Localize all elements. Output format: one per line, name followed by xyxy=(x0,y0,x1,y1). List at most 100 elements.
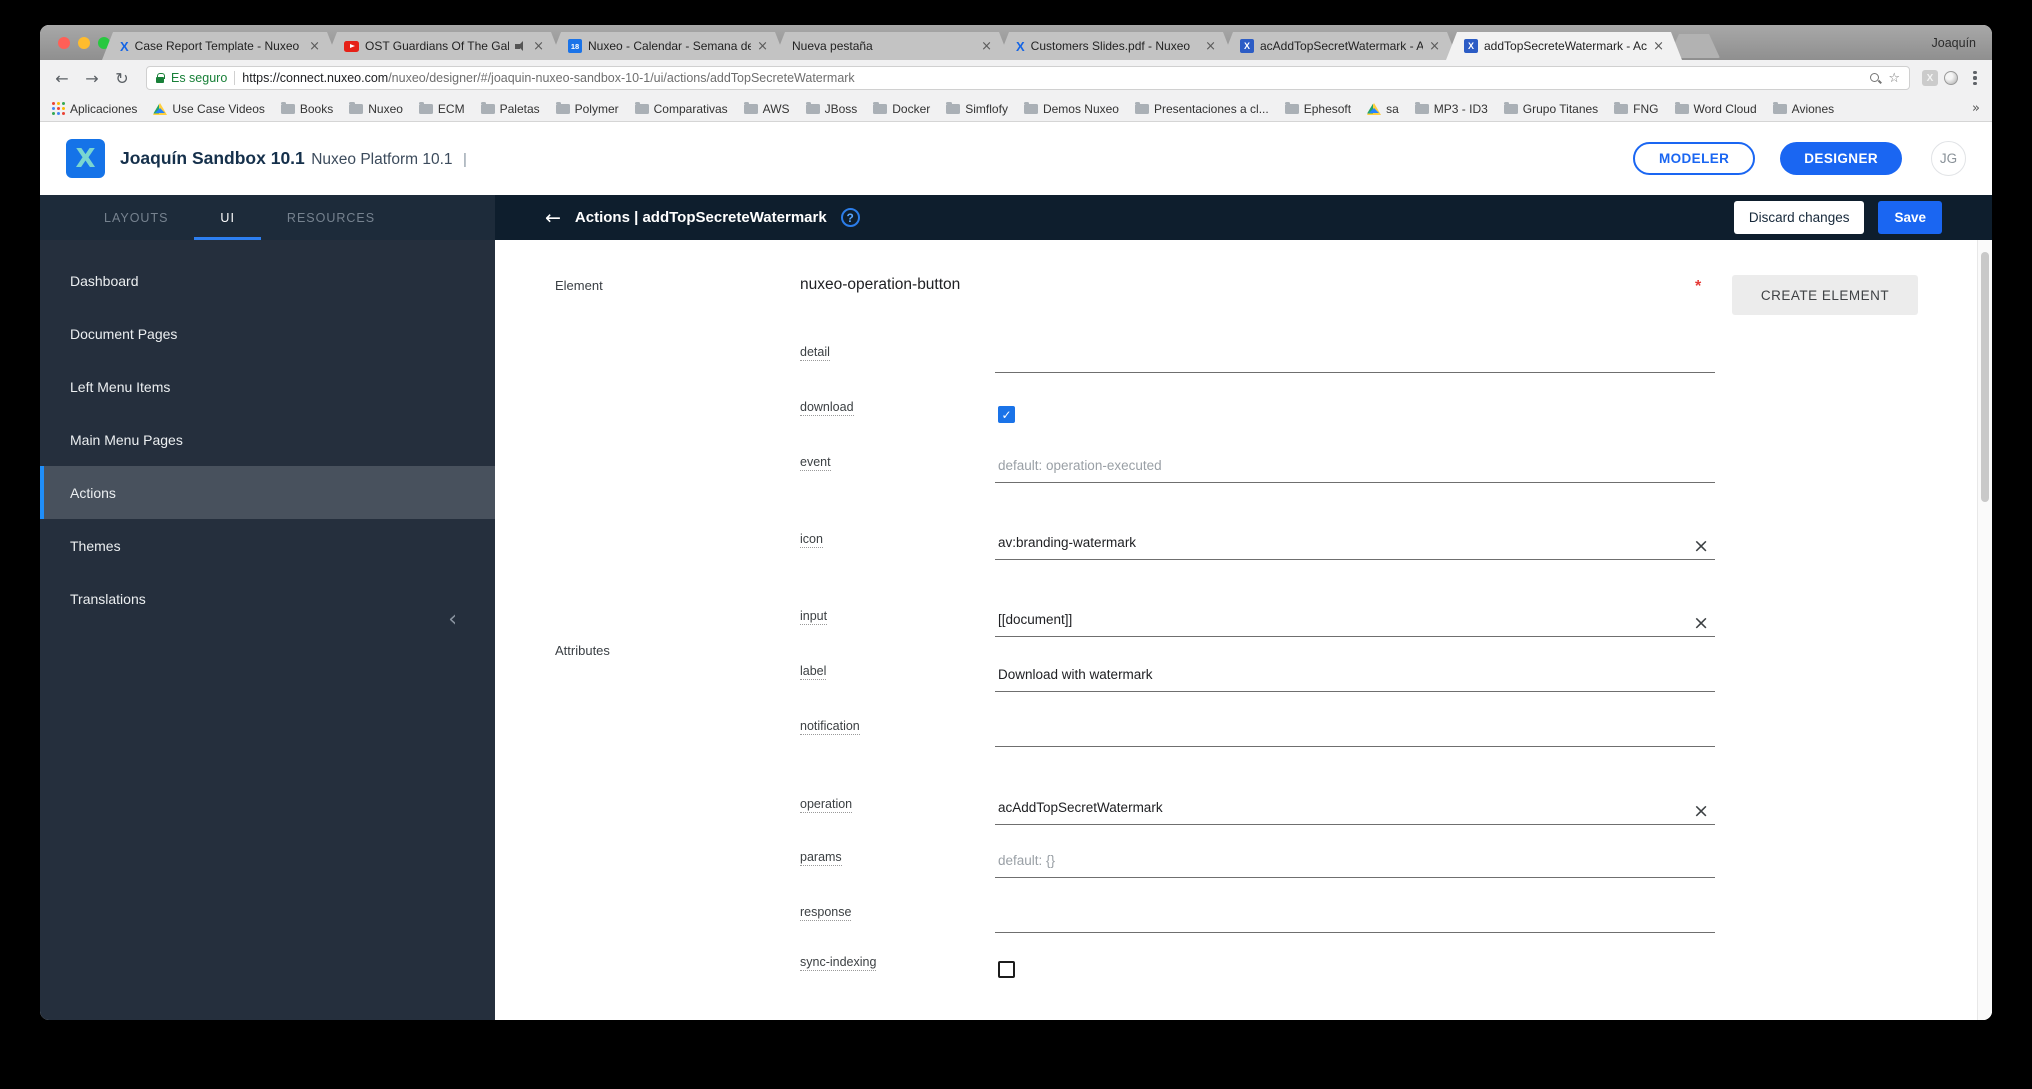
field-row-params: params xyxy=(800,825,1715,878)
bookmark-folder[interactable]: Paletas xyxy=(480,101,540,116)
bookmarks-overflow-icon[interactable]: » xyxy=(1972,101,1980,116)
attributes-block: Attributes detail download ✓ event defau… xyxy=(555,318,1992,983)
bookmark-folder[interactable]: JBoss xyxy=(805,101,857,116)
field-row-detail: detail xyxy=(800,318,1715,373)
browser-tab[interactable]: Nueva pestaña × xyxy=(774,32,1010,60)
minimize-window-button[interactable] xyxy=(78,37,90,49)
browser-tab[interactable]: X Customers Slides.pdf - Nuxeo × xyxy=(998,32,1234,60)
discard-changes-button[interactable]: Discard changes xyxy=(1733,201,1865,234)
sidebar-item-main-menu-pages[interactable]: Main Menu Pages xyxy=(40,413,495,466)
label-input[interactable] xyxy=(998,665,1687,684)
response-input[interactable] xyxy=(998,906,1687,925)
back-arrow-icon[interactable]: ← xyxy=(545,207,561,229)
field-row-download: download xyxy=(800,373,1715,428)
tab-layouts[interactable]: LAYOUTS xyxy=(78,195,194,240)
sidebar-item-themes[interactable]: Themes xyxy=(40,519,495,572)
close-window-button[interactable] xyxy=(58,37,70,49)
browser-tab[interactable]: X Case Report Template - Nuxeo × xyxy=(102,32,338,60)
save-button[interactable]: Save xyxy=(1878,201,1942,234)
bookmark-folder[interactable]: ECM xyxy=(418,102,465,116)
sidebar-item-dashboard[interactable]: Dashboard xyxy=(40,254,495,307)
close-icon[interactable]: × xyxy=(309,40,320,53)
close-icon[interactable]: × xyxy=(1205,40,1216,53)
zoom-icon[interactable] xyxy=(1870,72,1881,84)
bookmark-folder[interactable]: MP3 - ID3 xyxy=(1414,102,1488,116)
sync-indexing-checkbox[interactable] xyxy=(998,961,1015,978)
browser-tab[interactable]: X acAddTopSecretWatermark - A × xyxy=(1222,32,1458,60)
sidebar-item-left-menu-items[interactable]: Left Menu Items xyxy=(40,360,495,413)
operation-input[interactable] xyxy=(998,798,1687,817)
tab-ui[interactable]: UI xyxy=(194,195,261,240)
input-input-wrap: × xyxy=(995,610,1715,637)
detail-input[interactable] xyxy=(998,346,1687,365)
bookmark[interactable]: sa xyxy=(1367,102,1399,116)
notification-input[interactable] xyxy=(998,720,1687,739)
scrollbar[interactable] xyxy=(1977,240,1992,1020)
sidebar-item-translations[interactable]: Translations xyxy=(40,572,495,625)
bookmark-folder[interactable]: FNG xyxy=(1614,102,1659,116)
browser-tab[interactable]: OST Guardians Of The Gala × xyxy=(326,32,562,60)
bookmark-label: Paletas xyxy=(499,101,540,116)
event-input[interactable] xyxy=(998,456,1687,475)
bookmark-folder[interactable]: Polymer xyxy=(555,102,619,116)
chrome-profile-name[interactable]: Joaquín xyxy=(1932,36,1976,50)
help-icon[interactable]: ? xyxy=(840,208,860,227)
back-icon[interactable]: ← xyxy=(50,69,74,88)
bookmark-label: sa xyxy=(1386,101,1399,116)
browser-tab-active[interactable]: X addTopSecreteWatermark - Ac × xyxy=(1446,32,1682,60)
bookmark-folder[interactable]: Demos Nuxeo xyxy=(1023,102,1119,116)
bookmark-folder[interactable]: Nuxeo xyxy=(349,102,403,116)
create-element-button[interactable]: CREATE ELEMENT xyxy=(1732,275,1918,315)
bookmark-folder[interactable]: Presentaciones a cl... xyxy=(1134,101,1269,116)
clear-icon[interactable]: × xyxy=(1693,537,1709,556)
field-row-icon: icon × xyxy=(800,495,1715,560)
chrome-menu-icon[interactable] xyxy=(1968,70,1982,86)
collapse-sidebar-icon[interactable]: ‹ xyxy=(448,607,457,632)
folder-icon xyxy=(805,101,820,114)
bookmark-folder[interactable]: Word Cloud xyxy=(1674,102,1757,116)
scrollbar-thumb[interactable] xyxy=(1981,252,1989,502)
close-icon[interactable]: × xyxy=(1429,40,1440,53)
clear-icon[interactable]: × xyxy=(1693,614,1709,633)
avatar[interactable]: JG xyxy=(1931,141,1966,176)
browser-tab[interactable]: 18 Nuxeo - Calendar - Semana de × xyxy=(550,32,786,60)
close-icon[interactable]: × xyxy=(981,40,992,53)
bookmark-star-icon[interactable]: ☆ xyxy=(1888,72,1900,85)
address-bar[interactable]: Es seguro https://connect.nuxeo.com/nuxe… xyxy=(146,66,1910,90)
sidebar-item-actions[interactable]: Actions xyxy=(40,466,495,519)
sidebar-item-document-pages[interactable]: Document Pages xyxy=(40,307,495,360)
bookmark-folder[interactable]: AWS xyxy=(743,102,790,116)
icon-input[interactable] xyxy=(998,533,1687,552)
bookmark-folder[interactable]: Docker xyxy=(873,102,930,116)
reload-icon[interactable]: ↻ xyxy=(110,69,134,88)
url-text[interactable]: https://connect.nuxeo.com/nuxeo/designer… xyxy=(242,71,1863,85)
input-input[interactable] xyxy=(998,610,1687,629)
bookmark-folder[interactable]: Books xyxy=(280,102,333,116)
extension-circle-icon[interactable] xyxy=(1944,71,1958,85)
download-checkbox[interactable] xyxy=(998,406,1015,423)
nuxeo-logo[interactable]: X xyxy=(66,139,105,178)
bookmark-folder[interactable]: Ephesoft xyxy=(1284,102,1351,116)
forward-icon[interactable]: → xyxy=(80,69,104,88)
params-input[interactable] xyxy=(998,851,1687,870)
tab-resources[interactable]: RESOURCES xyxy=(261,195,401,240)
bookmark-folder[interactable]: Aviones xyxy=(1772,102,1834,116)
designer-button[interactable]: DESIGNER xyxy=(1780,142,1902,175)
bookmark-folder[interactable]: Grupo Titanes xyxy=(1503,102,1598,116)
close-icon[interactable]: × xyxy=(1653,40,1664,53)
bookmark[interactable]: Use Case Videos xyxy=(153,102,265,116)
tab-title: Nueva pestaña xyxy=(792,39,873,53)
bookmark-folder[interactable]: Comparativas xyxy=(634,102,728,116)
tab-strip: X Case Report Template - Nuxeo × OST Gua… xyxy=(40,25,1992,60)
close-icon[interactable]: × xyxy=(757,40,768,53)
element-value: nuxeo-operation-button xyxy=(800,276,961,293)
bookmark-apps[interactable]: Aplicaciones xyxy=(52,102,137,116)
sidebar: Dashboard Document Pages Left Menu Items… xyxy=(40,240,495,1020)
audio-speaker-icon[interactable] xyxy=(515,41,527,51)
close-icon[interactable]: × xyxy=(533,40,544,53)
modeler-button[interactable]: MODELER xyxy=(1632,142,1756,175)
bookmark-folder[interactable]: Simflofy xyxy=(946,102,1008,116)
clear-icon[interactable]: × xyxy=(1693,802,1709,821)
folder-icon xyxy=(1134,101,1149,114)
nuxeo-extension-icon[interactable]: X xyxy=(1922,70,1938,86)
